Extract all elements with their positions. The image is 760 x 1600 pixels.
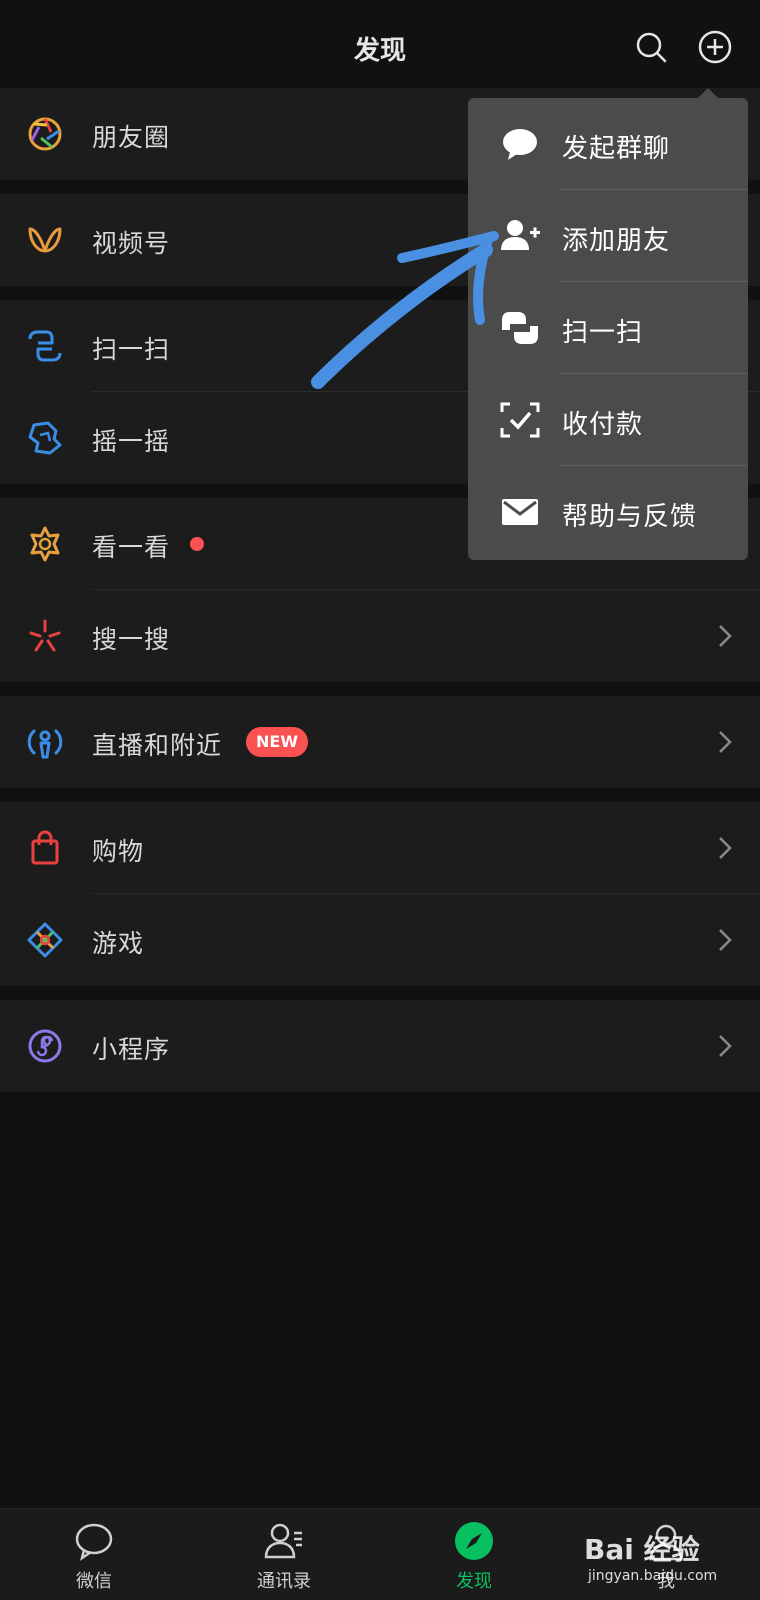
group-live: 直播和附近 NEW bbox=[0, 696, 760, 788]
menu-item-payment[interactable]: 收付款 bbox=[468, 374, 748, 466]
row-label: 看一看 bbox=[92, 533, 171, 562]
tab-label: 通讯录 bbox=[257, 1571, 311, 1592]
shake-icon bbox=[28, 421, 62, 455]
row-label: 小程序 bbox=[92, 1035, 171, 1064]
chat-icon bbox=[75, 1523, 113, 1561]
menu-item-scan[interactable]: 扫一扫 bbox=[468, 282, 748, 374]
chevron-right-icon bbox=[719, 837, 732, 859]
row-mini-programs[interactable]: 小程序 bbox=[0, 1000, 760, 1092]
tab-label: 微信 bbox=[76, 1571, 112, 1592]
moments-icon bbox=[28, 117, 62, 151]
row-label: 搜一搜 bbox=[92, 625, 171, 654]
menu-item-label: 发起群聊 bbox=[562, 134, 671, 164]
row-shopping[interactable]: 购物 bbox=[0, 802, 760, 894]
row-label: 购物 bbox=[92, 837, 145, 866]
search-feature-icon bbox=[29, 619, 61, 652]
menu-item-group-chat[interactable]: 发起群聊 bbox=[468, 98, 748, 190]
live-nearby-icon bbox=[27, 729, 63, 759]
watermark-url: jingyan.baidu.com bbox=[588, 1568, 718, 1584]
chevron-right-icon bbox=[719, 625, 732, 647]
chat-bubble-icon bbox=[503, 129, 537, 160]
menu-item-label: 帮助与反馈 bbox=[562, 502, 698, 532]
baidu-jingyan-watermark: Bai 经验 jingyan.baidu.com bbox=[582, 1516, 732, 1590]
watermark-logo: Bai 经验 bbox=[584, 1533, 700, 1566]
search-icon[interactable] bbox=[634, 30, 668, 64]
chevron-right-icon bbox=[719, 1035, 732, 1057]
group-shop-games: 购物 游戏 bbox=[0, 802, 760, 986]
channels-icon bbox=[28, 227, 62, 253]
payment-icon bbox=[500, 402, 540, 438]
mail-icon bbox=[502, 499, 538, 525]
top-stories-icon bbox=[30, 526, 60, 562]
chevron-right-icon bbox=[719, 929, 732, 951]
mini-program-icon bbox=[28, 1029, 62, 1063]
header-bar: 发现 bbox=[0, 0, 760, 88]
red-dot-badge bbox=[190, 537, 204, 551]
row-label: 朋友圈 bbox=[92, 123, 171, 152]
chevron-right-icon bbox=[719, 731, 732, 753]
compass-icon bbox=[455, 1522, 493, 1560]
menu-item-help-feedback[interactable]: 帮助与反馈 bbox=[468, 466, 748, 558]
popup-menu: 发起群聊 添加朋友 扫一扫 收付款 帮助与反馈 bbox=[468, 98, 748, 560]
scan-icon bbox=[28, 330, 62, 362]
row-label: 摇一摇 bbox=[92, 427, 171, 456]
group-mini-programs: 小程序 bbox=[0, 1000, 760, 1092]
row-label: 游戏 bbox=[92, 929, 145, 958]
add-friend-icon bbox=[501, 220, 540, 250]
shopping-bag-icon bbox=[31, 830, 59, 865]
menu-item-add-friend[interactable]: 添加朋友 bbox=[468, 190, 748, 282]
scan-icon bbox=[502, 312, 538, 344]
tab-contacts[interactable]: 通讯录 bbox=[224, 1509, 344, 1600]
tab-discover[interactable]: 发现 bbox=[414, 1509, 534, 1600]
row-search[interactable]: 搜一搜 bbox=[0, 590, 760, 682]
tab-chats[interactable]: 微信 bbox=[34, 1509, 154, 1600]
games-icon bbox=[27, 922, 63, 958]
contacts-icon bbox=[264, 1523, 302, 1559]
tab-label: 发现 bbox=[456, 1571, 492, 1592]
menu-item-label: 添加朋友 bbox=[562, 226, 671, 256]
row-label: 直播和附近 bbox=[92, 731, 223, 760]
menu-item-label: 扫一扫 bbox=[562, 318, 644, 348]
plus-circle-icon[interactable] bbox=[698, 30, 732, 64]
popup-caret bbox=[698, 88, 718, 98]
row-label: 视频号 bbox=[92, 229, 171, 258]
row-label: 扫一扫 bbox=[92, 335, 171, 364]
row-games[interactable]: 游戏 bbox=[0, 894, 760, 986]
menu-item-label: 收付款 bbox=[562, 410, 644, 440]
row-live-nearby[interactable]: 直播和附近 NEW bbox=[0, 696, 760, 788]
new-badge: NEW bbox=[246, 727, 308, 757]
